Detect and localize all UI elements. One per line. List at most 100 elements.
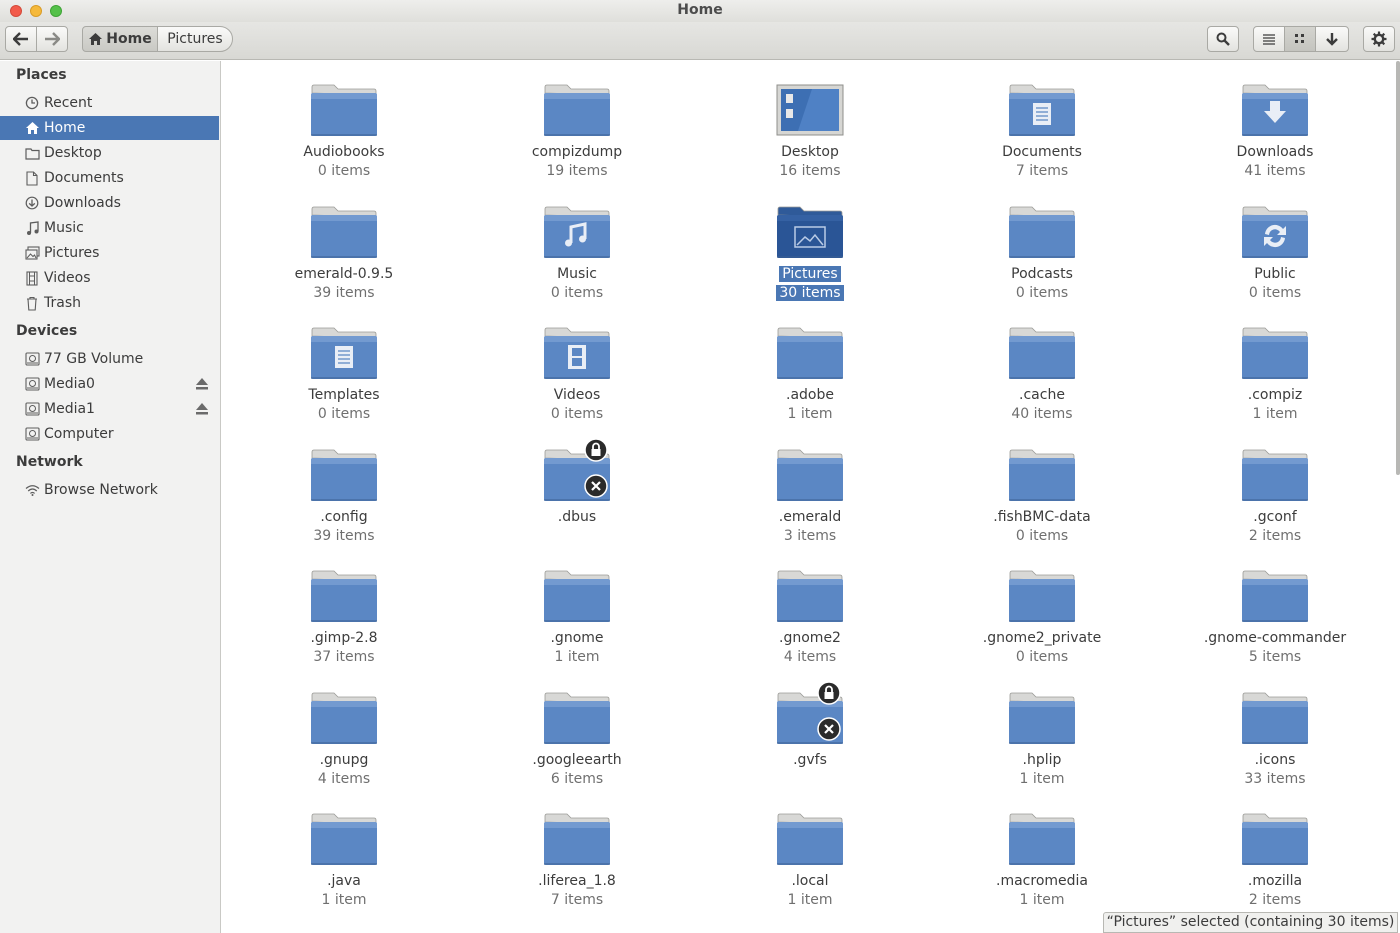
folder-item[interactable]: Templates 0 items [244, 326, 444, 426]
folder-item[interactable]: .fishBMC-data 0 items [942, 448, 1142, 548]
folder-item[interactable]: Pictures 30 items [710, 205, 910, 305]
folder-item[interactable]: .gnome 1 item [477, 569, 677, 669]
folder-item[interactable]: Documents 7 items [942, 83, 1142, 183]
folder-item[interactable]: .gconf 2 items [1175, 448, 1375, 548]
item-count-text: 30 items [776, 285, 844, 301]
item-count: 1 item [477, 648, 677, 666]
folder-item[interactable]: .dbus [477, 438, 677, 548]
grid-view-button[interactable] [1284, 26, 1316, 52]
sidebar-item-recent[interactable]: Recent [0, 91, 219, 115]
folder-icon [543, 812, 611, 868]
file-name-text: compizdump [531, 144, 623, 160]
folder-item[interactable]: .emerald 3 items [710, 448, 910, 548]
sidebar-item-pictures[interactable]: Pictures [0, 241, 219, 265]
file-name: .icons [1175, 751, 1375, 769]
sidebar-item-77gb-volume[interactable]: 77 GB Volume [0, 347, 219, 371]
item-count-text: 33 items [1244, 771, 1306, 787]
folder-item[interactable]: .gnome-commander 5 items [1175, 569, 1375, 669]
sidebar-item-music[interactable]: Music [0, 216, 219, 240]
item-count: 1 item [710, 891, 910, 909]
item-count-text: 0 items [550, 285, 604, 301]
item-count: 6 items [477, 770, 677, 788]
sidebar-item-browse-network[interactable]: Browse Network [0, 478, 219, 502]
sidebar-item-label: Media1 [44, 401, 95, 417]
file-name: .dbus [477, 508, 677, 526]
folder-item[interactable]: .macromedia 1 item [942, 812, 1142, 912]
folder-item[interactable]: .gimp-2.8 37 items [244, 569, 444, 669]
eject-icon[interactable] [195, 402, 209, 416]
folder-item[interactable]: .gvfs [710, 681, 910, 791]
folder-icon [776, 326, 844, 382]
folder-item[interactable]: .compiz 1 item [1175, 326, 1375, 426]
folder-item[interactable]: .googleearth 6 items [477, 691, 677, 791]
file-name-text: .dbus [557, 509, 597, 525]
folder-item[interactable]: .config 39 items [244, 448, 444, 548]
folder-item[interactable]: .icons 33 items [1175, 691, 1375, 791]
folder-item[interactable]: Public 0 items [1175, 205, 1375, 305]
download-icon [24, 195, 40, 211]
sidebar-item-desktop[interactable]: Desktop [0, 141, 219, 165]
folder-item[interactable]: Desktop 16 items [710, 83, 910, 183]
list-view-button[interactable] [1253, 26, 1285, 52]
folder-item[interactable]: emerald-0.9.5 39 items [244, 205, 444, 305]
folder-icon [1241, 448, 1309, 504]
folder-icon [1241, 812, 1309, 868]
folder-item[interactable]: Music 0 items [477, 205, 677, 305]
file-name: Music [477, 265, 677, 283]
sidebar-item-media1[interactable]: Media1 [0, 397, 219, 421]
folder-item[interactable]: .cache 40 items [942, 326, 1142, 426]
sidebar-item-videos[interactable]: Videos [0, 266, 219, 290]
file-name: .gnome2_private [942, 629, 1142, 647]
sidebar-item-trash[interactable]: Trash [0, 291, 219, 315]
folder-item[interactable]: Podcasts 0 items [942, 205, 1142, 305]
sidebar-item-downloads[interactable]: Downloads [0, 191, 219, 215]
item-count: 1 item [942, 891, 1142, 909]
view-options-button[interactable] [1315, 26, 1349, 52]
item-count: 2 items [1175, 527, 1375, 545]
sidebar-item-label: Computer [44, 426, 114, 442]
item-count-text: 0 items [1248, 285, 1302, 301]
sidebar-item-media0[interactable]: Media0 [0, 372, 219, 396]
scrollbar[interactable] [1396, 61, 1400, 475]
item-count-text: 5 items [1248, 649, 1302, 665]
sidebar-item-home[interactable]: Home [0, 116, 219, 140]
search-button[interactable] [1207, 26, 1239, 52]
item-count-text: 1 item [1019, 892, 1065, 908]
folder-item[interactable]: Audiobooks 0 items [244, 83, 444, 183]
item-count-text: 2 items [1248, 528, 1302, 544]
folder-item[interactable]: .liferea_1.8 7 items [477, 812, 677, 912]
item-count: 40 items [942, 405, 1142, 423]
item-count-text: 1 item [1019, 771, 1065, 787]
sidebar-item-documents[interactable]: Documents [0, 166, 219, 190]
breadcrumb-pictures[interactable]: Pictures [157, 26, 233, 52]
file-name: .emerald [710, 508, 910, 526]
folder-item[interactable]: .local 1 item [710, 812, 910, 912]
settings-button[interactable] [1363, 26, 1395, 52]
unreadable-emblem-icon [817, 717, 841, 741]
folder-item[interactable]: .java 1 item [244, 812, 444, 912]
sidebar-item-computer[interactable]: Computer [0, 422, 219, 446]
forward-button[interactable] [36, 26, 68, 52]
folder-item[interactable]: .gnupg 4 items [244, 691, 444, 791]
folder-item[interactable]: compizdump 19 items [477, 83, 677, 183]
folder-item[interactable]: .adobe 1 item [710, 326, 910, 426]
file-name-text: .macromedia [996, 873, 1088, 889]
folder-item[interactable]: .hplip 1 item [942, 691, 1142, 791]
item-count-text: 0 items [550, 406, 604, 422]
item-count-text: 0 items [317, 406, 371, 422]
folder-icon [310, 83, 378, 139]
item-count: 39 items [244, 527, 444, 545]
item-count-text: 0 items [1015, 649, 1069, 665]
folder-item[interactable]: .gnome2_private 0 items [942, 569, 1142, 669]
back-button[interactable] [5, 26, 37, 52]
file-name: Downloads [1175, 143, 1375, 161]
item-count-text: 7 items [1015, 163, 1069, 179]
item-count-text: 0 items [1015, 285, 1069, 301]
breadcrumb-home[interactable]: Home [82, 26, 158, 52]
eject-icon[interactable] [195, 377, 209, 391]
folder-item[interactable]: .gnome2 4 items [710, 569, 910, 669]
file-name-text: .gvfs [793, 752, 827, 768]
folder-item[interactable]: .mozilla 2 items [1175, 812, 1375, 912]
folder-item[interactable]: Downloads 41 items [1175, 83, 1375, 183]
folder-item[interactable]: Videos 0 items [477, 326, 677, 426]
